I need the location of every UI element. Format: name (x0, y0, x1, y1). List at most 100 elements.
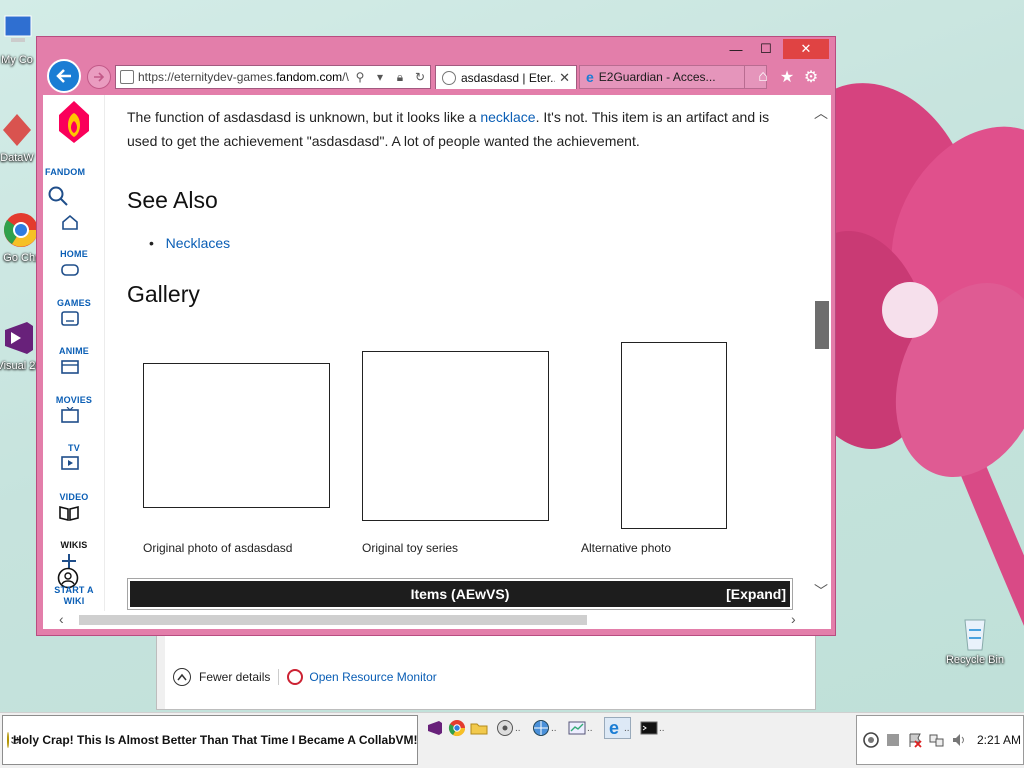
fandom-logo-icon[interactable] (55, 99, 93, 145)
favorites-star-icon[interactable]: ★ (777, 67, 797, 87)
rail-games[interactable]: GAMES (43, 298, 105, 308)
recording-icon[interactable] (863, 732, 879, 748)
article-body: The function of asdasdasd is unknown, bu… (105, 95, 811, 611)
see-also-item: • Necklaces (149, 235, 231, 251)
chrome-icon (1, 210, 41, 250)
taskbar-visual-studio[interactable] (426, 717, 444, 739)
wikis-icon[interactable] (59, 505, 79, 521)
navbox-header: Items (AEwVS) [Expand] (130, 581, 790, 607)
command-prompt-icon (640, 721, 658, 735)
navbox-title: Items (AEwVS) (410, 586, 510, 602)
items-navbox: Items (AEwVS) [Expand] (127, 578, 793, 610)
search-icon[interactable] (47, 185, 69, 207)
rail-wikis[interactable]: WIKIS (43, 540, 105, 550)
more-icon: .. (515, 722, 521, 734)
tab-e2guardian[interactable]: e E2Guardian - Acces... (579, 65, 745, 89)
scroll-down-icon[interactable]: ﹀ (814, 581, 828, 601)
banner-text: Holy Crap! This Is Almost Better Than Th… (13, 733, 418, 747)
more-icon: .. (659, 722, 665, 734)
flag-icon[interactable] (907, 732, 923, 748)
horizontal-scroll-thumb[interactable] (79, 615, 587, 625)
rail-movies[interactable]: MOVIES (43, 395, 105, 405)
scroll-left-icon[interactable]: ‹ (59, 611, 64, 627)
tab-asdasdasd[interactable]: asdasdasd | Eter... ✕ (435, 65, 577, 89)
refresh-icon[interactable]: ↻ (412, 69, 428, 85)
taskbar-app-3[interactable]: .. (568, 717, 593, 739)
volume-icon[interactable] (951, 732, 967, 748)
chevron-up-icon[interactable] (173, 668, 191, 686)
gallery-image-3[interactable] (621, 342, 727, 529)
browser-window: — ☐ ✕ https://eternitydev-games.fandom.c… (36, 36, 836, 636)
horizontal-scrollbar[interactable]: ‹ › (43, 611, 831, 629)
visual-studio-icon (428, 721, 442, 735)
arrow-left-icon (56, 69, 71, 83)
taskbar: Holy Crap! This Is Almost Better Than Th… (0, 712, 1024, 768)
taskbar-chrome[interactable] (448, 717, 466, 739)
smiley-icon (7, 732, 20, 748)
necklace-link[interactable]: necklace (480, 109, 535, 125)
rail-start-a-wiki[interactable]: START A WIKI (43, 585, 105, 607)
taskbar-file-explorer[interactable] (470, 717, 488, 739)
taskbar-internet-explorer[interactable]: e .. (604, 717, 631, 739)
forward-button[interactable] (87, 65, 111, 89)
minimize-button[interactable]: — (721, 39, 751, 59)
url-text[interactable]: https://eternitydev-games.fandom.com/\ (138, 70, 350, 84)
ie-logo-icon: e (586, 69, 594, 85)
navbox-expand-button[interactable]: [Expand] (726, 586, 786, 602)
gallery-caption-1: Original photo of asdasdasd (143, 541, 293, 555)
close-button[interactable]: ✕ (783, 39, 829, 59)
gallery-image-1[interactable] (143, 363, 330, 508)
article-paragraph: The function of asdasdasd is unknown, bu… (127, 109, 770, 149)
gallery-image-2[interactable] (362, 351, 549, 521)
app-disc-icon (497, 720, 513, 736)
rail-anime[interactable]: ANIME (43, 346, 105, 356)
address-bar[interactable]: https://eternitydev-games.fandom.com/\ ⚲… (115, 65, 431, 89)
network-icon (533, 720, 549, 736)
scroll-right-icon[interactable]: › (791, 611, 796, 627)
window-edge (157, 628, 165, 709)
close-tab-icon[interactable]: ✕ (559, 70, 570, 86)
visual-studio-icon (0, 318, 39, 358)
tab-favicon (442, 70, 456, 85)
rail-home[interactable]: HOME (43, 249, 105, 259)
maximize-button[interactable]: ☐ (751, 39, 781, 59)
gear-icon[interactable]: ⚙ (801, 67, 821, 87)
gallery-caption-2: Original toy series (362, 541, 459, 555)
system-clock[interactable]: 2:21 AM (977, 733, 1021, 747)
vertical-scroll-thumb[interactable] (815, 301, 829, 349)
lock-icon[interactable]: 🔒︎ (392, 69, 408, 85)
fandom-brand-label[interactable]: FANDOM (45, 167, 107, 177)
dataw-icon (0, 110, 37, 150)
taskbar-app-1[interactable]: .. (496, 717, 521, 739)
rail-tv[interactable]: TV (43, 443, 105, 453)
taskbar-app-2[interactable]: .. (532, 717, 557, 739)
computer-icon (0, 12, 37, 52)
movies-icon[interactable] (61, 359, 79, 375)
taskbar-command-prompt[interactable]: .. (640, 717, 665, 739)
desktop-icon-recycle-bin[interactable]: Recycle Bin (938, 612, 1012, 666)
fewer-details-link[interactable]: Fewer details (199, 670, 270, 684)
vertical-scrollbar[interactable]: ︿ ﹀ (811, 95, 831, 611)
rail-video[interactable]: VIDEO (43, 492, 105, 502)
home-icon[interactable]: ⌂ (753, 67, 773, 87)
necklaces-link[interactable]: Necklaces (166, 235, 231, 251)
network-status-icon[interactable] (929, 732, 945, 748)
open-resource-monitor-link[interactable]: Open Resource Monitor (309, 670, 436, 684)
fandom-global-nav: FANDOM HOME GAMES ANIME MOVIES TV VIDEO … (43, 95, 105, 611)
divider (278, 669, 280, 685)
dropdown-arrow-icon[interactable]: ▾ (372, 69, 388, 85)
tv-icon[interactable] (61, 407, 79, 423)
anime-icon[interactable] (61, 311, 79, 327)
page-viewport: FANDOM HOME GAMES ANIME MOVIES TV VIDEO … (43, 95, 831, 611)
stop-icon[interactable] (885, 732, 901, 748)
scroll-up-icon[interactable]: ︿ (814, 103, 828, 123)
search-icon[interactable]: ⚲ (352, 69, 368, 85)
home-icon[interactable] (61, 213, 79, 231)
chart-window-icon (568, 721, 586, 735)
task-manager-footer: Fewer details Open Resource Monitor (173, 668, 437, 686)
see-also-heading: See Also (127, 187, 218, 213)
video-icon[interactable] (61, 455, 79, 471)
gamepad-icon[interactable] (61, 263, 79, 277)
back-button[interactable] (47, 59, 81, 93)
gallery-caption-3: Alternative photo (581, 541, 672, 555)
